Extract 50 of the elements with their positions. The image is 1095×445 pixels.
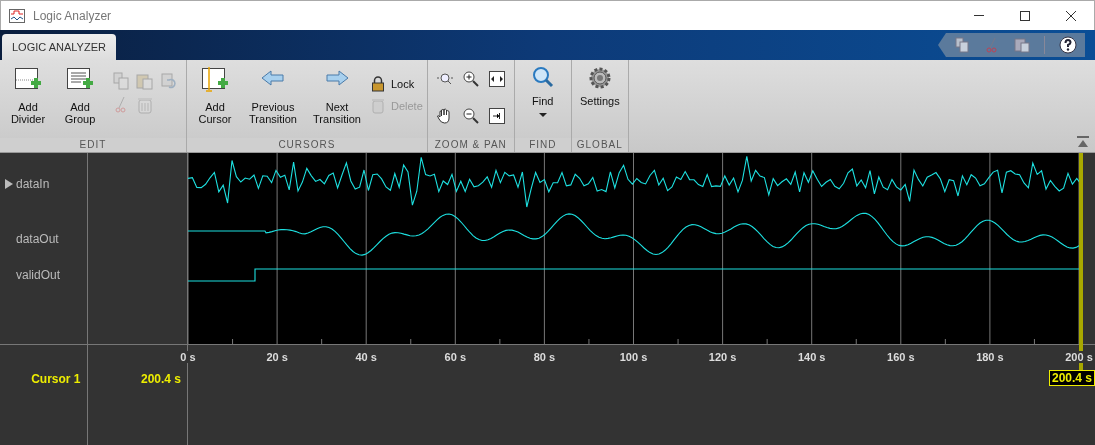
minimize-icon xyxy=(974,15,984,16)
fit-icon[interactable] xyxy=(487,70,506,88)
axis-tick-label: 0 s xyxy=(179,351,197,363)
section-label: EDIT xyxy=(0,138,186,152)
section-label: CURSORS xyxy=(187,138,427,152)
lock-icon xyxy=(371,76,385,92)
section-label: ZOOM & PAN xyxy=(427,138,514,152)
section-label: GLOBAL xyxy=(571,138,628,152)
signal-name[interactable]: dataOut xyxy=(16,232,59,246)
zoom-out-icon[interactable] xyxy=(461,107,480,125)
cursor-value: 200.4 s xyxy=(140,372,181,386)
axis-tick-label: 100 s xyxy=(618,351,649,363)
close-icon xyxy=(1065,9,1077,22)
expand-icon[interactable] xyxy=(5,179,13,189)
add-group-button[interactable]: Add Group xyxy=(56,66,104,125)
cursor-marker[interactable]: 200.4 s xyxy=(1048,370,1095,386)
axis-tick-label: 20 s xyxy=(265,351,289,363)
help-icon[interactable] xyxy=(1059,36,1077,54)
axis-tick-label: 40 s xyxy=(354,351,378,363)
add-divider-button[interactable]: Add Divider xyxy=(4,66,52,125)
caret-icon xyxy=(537,112,548,118)
axis-tick-label: 80 s xyxy=(532,351,557,363)
signal-name[interactable]: validOut xyxy=(16,268,61,282)
collapse-icon[interactable] xyxy=(1077,136,1089,148)
axis-tick-label: 180 s xyxy=(975,351,1005,363)
settings-button[interactable]: Settings xyxy=(575,66,624,107)
axis-tick-label: 60 s xyxy=(443,351,467,363)
signal-name[interactable]: dataIn xyxy=(16,177,50,191)
zoom-in-icon[interactable] xyxy=(461,70,480,88)
maximize-icon xyxy=(1019,9,1031,22)
trash-icon xyxy=(371,98,385,114)
axis-tick-label: 120 s xyxy=(707,351,738,363)
lock-button[interactable]: Lock xyxy=(371,76,423,92)
gear-icon xyxy=(587,66,612,90)
previous-transition-button[interactable]: Previous Transition xyxy=(243,66,303,125)
ribbon-tab[interactable]: LOGIC ANALYZER xyxy=(2,34,116,60)
find-button[interactable]: Find xyxy=(518,66,567,118)
search-icon xyxy=(530,66,555,90)
app-icon xyxy=(9,8,25,23)
axis-tick-label: 200 s xyxy=(1064,351,1094,363)
copy-icon[interactable] xyxy=(954,37,970,53)
paste-icon[interactable] xyxy=(1014,37,1030,53)
axis-tick-label: 160 s xyxy=(886,351,916,363)
section-label: FIND xyxy=(514,138,571,152)
axis-tick-label: 140 s xyxy=(796,351,827,363)
scale-icon[interactable] xyxy=(487,107,506,125)
window-title: Logic Analyzer xyxy=(33,8,112,23)
add-cursor-button[interactable]: Add Cursor xyxy=(191,66,239,125)
next-transition-button[interactable]: Next Transition xyxy=(307,66,367,125)
cursor-name: Cursor 1 xyxy=(31,372,81,386)
